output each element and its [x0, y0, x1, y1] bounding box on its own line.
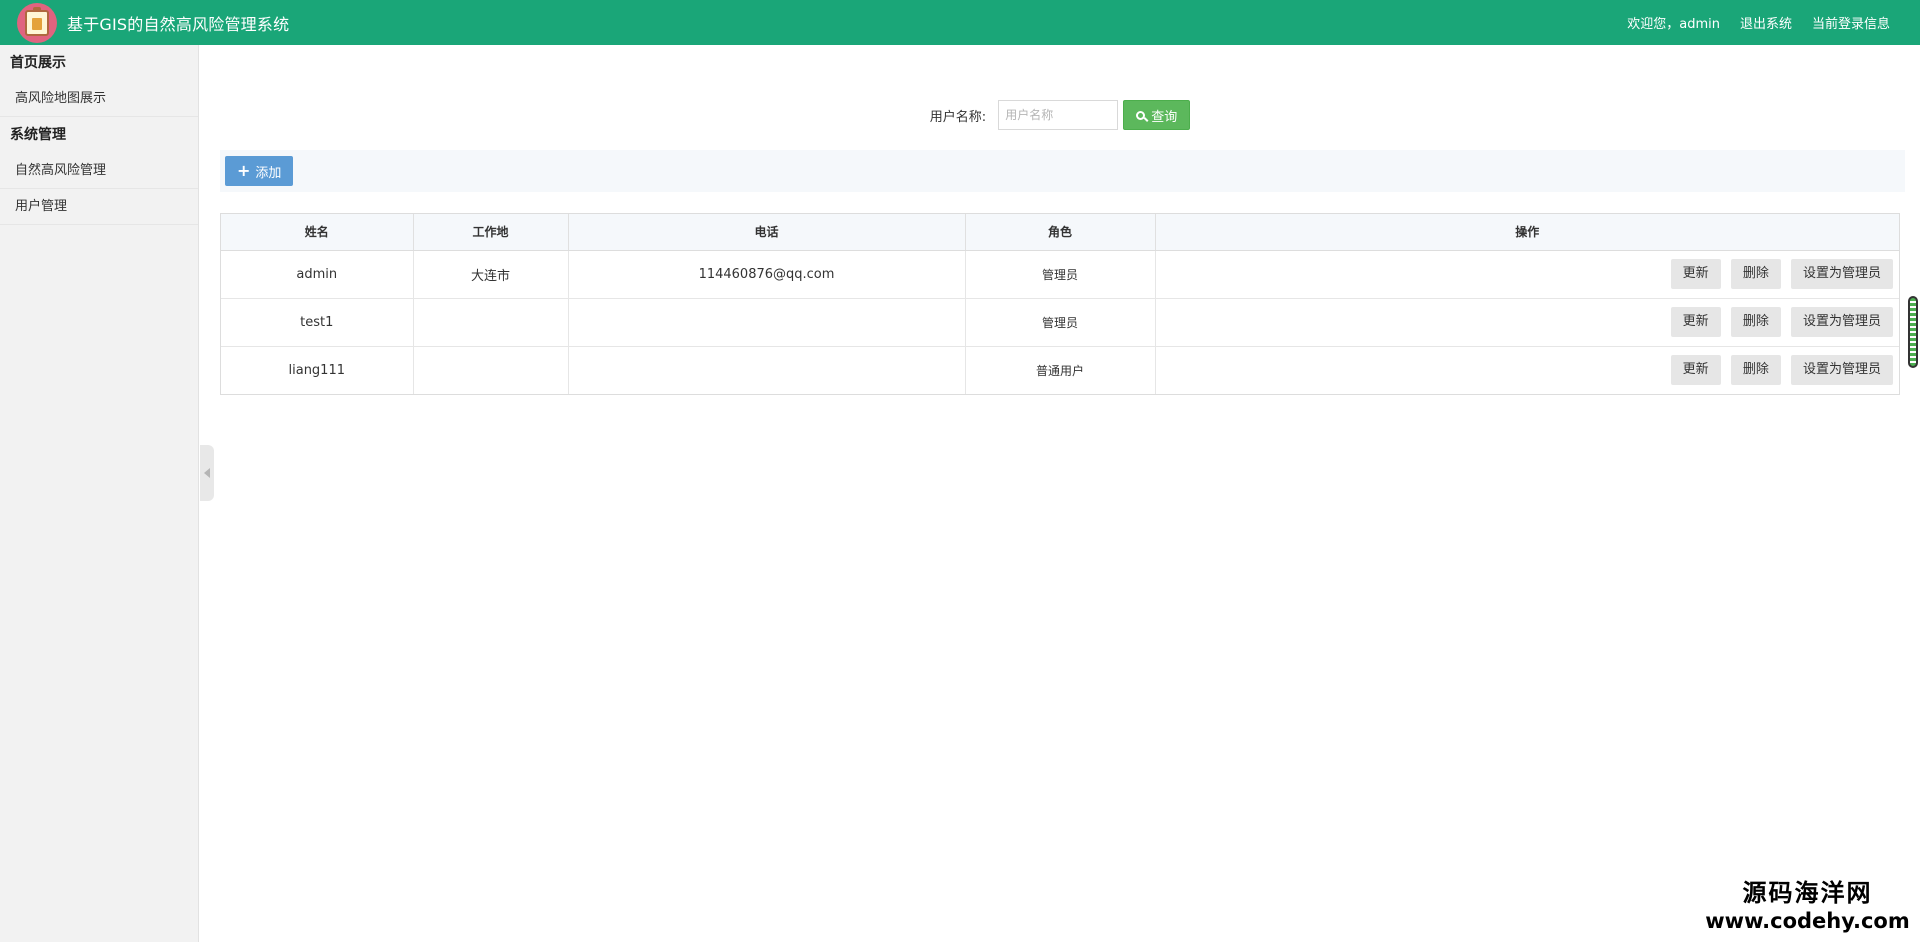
cell-role: 普通用户: [965, 346, 1156, 394]
cell-workplace: 大连市: [413, 250, 569, 299]
cell-phone: [568, 346, 966, 394]
watermark-name: 源码海洋网: [1742, 879, 1873, 907]
column-header-name: 姓名: [221, 214, 414, 251]
cell-name: test1: [221, 298, 414, 347]
update-button[interactable]: 更新: [1670, 307, 1721, 337]
cell-actions: 更新 删除 设置为管理员: [1155, 346, 1899, 394]
logout-link[interactable]: 退出系统: [1740, 13, 1792, 32]
column-header-workplace: 工作地: [413, 214, 569, 251]
app-logo-icon: [17, 2, 57, 43]
cell-actions: 更新 删除 设置为管理员: [1155, 250, 1899, 299]
main-content: 用户名称: 查询 + 添加 姓名 工作地 电话: [200, 45, 1920, 942]
delete-button[interactable]: 删除: [1730, 307, 1781, 337]
sidebar-section-system[interactable]: 系统管理: [0, 117, 198, 153]
cell-actions: 更新 删除 设置为管理员: [1155, 298, 1899, 347]
cell-phone: [568, 298, 966, 347]
cell-name: liang111: [221, 346, 414, 394]
watermark: 源码海洋网 www.codehy.com: [1705, 878, 1910, 934]
table-row: test1 管理员 更新 删除 设置为管理员: [221, 298, 1899, 347]
scrollbar-indicator[interactable]: [1908, 296, 1918, 368]
cell-workplace: [413, 346, 569, 394]
set-admin-button[interactable]: 设置为管理员: [1790, 355, 1893, 386]
delete-button[interactable]: 删除: [1730, 355, 1781, 386]
add-button-label: 添加: [255, 165, 282, 181]
sidebar: 首页展示 高风险地图展示 系统管理 自然高风险管理 用户管理: [0, 45, 199, 942]
sidebar-item-risk-management[interactable]: 自然高风险管理: [0, 153, 198, 189]
header-user-area: 欢迎您，admin 退出系统 当前登录信息: [1607, 0, 1890, 45]
delete-button[interactable]: 删除: [1730, 259, 1781, 289]
top-header: 基于GIS的自然高风险管理系统 欢迎您，admin 退出系统 当前登录信息: [0, 0, 1920, 45]
sidebar-section-home[interactable]: 首页展示: [0, 45, 198, 81]
table-row: admin 大连市 114460876@qq.com 管理员 更新 删除 设置为…: [221, 250, 1899, 299]
table-row: liang111 普通用户 更新 删除 设置为管理员: [221, 346, 1899, 394]
update-button[interactable]: 更新: [1670, 355, 1721, 386]
toolbar: + 添加: [220, 150, 1905, 192]
cell-phone: 114460876@qq.com: [568, 250, 966, 299]
login-info-link[interactable]: 当前登录信息: [1812, 13, 1890, 32]
update-button[interactable]: 更新: [1670, 259, 1721, 289]
sidebar-item-user-management[interactable]: 用户管理: [0, 189, 198, 225]
search-icon: [1136, 110, 1146, 120]
search-label: 用户名称:: [929, 109, 987, 125]
welcome-text: 欢迎您，admin: [1627, 17, 1720, 32]
cell-role: 管理员: [965, 250, 1156, 299]
clipboard-icon: [25, 6, 49, 36]
sidebar-item-risk-map[interactable]: 高风险地图展示: [0, 81, 198, 117]
plus-icon: +: [237, 161, 251, 180]
search-button-label: 查询: [1151, 109, 1178, 125]
cell-role: 管理员: [965, 298, 1156, 347]
add-button[interactable]: + 添加: [225, 156, 294, 186]
username-search-input[interactable]: [998, 100, 1119, 130]
cell-name: admin: [221, 250, 414, 299]
column-header-phone: 电话: [568, 214, 966, 251]
set-admin-button[interactable]: 设置为管理员: [1790, 307, 1893, 337]
user-table: 姓名 工作地 电话 角色 操作 admin 大连市 114460876@qq.c…: [220, 213, 1900, 395]
search-bar: 用户名称: 查询: [200, 99, 1920, 131]
table-header-row: 姓名 工作地 电话 角色 操作: [221, 214, 1899, 251]
app-title: 基于GIS的自然高风险管理系统: [67, 14, 290, 34]
cell-workplace: [413, 298, 569, 347]
set-admin-button[interactable]: 设置为管理员: [1790, 259, 1893, 289]
column-header-actions: 操作: [1155, 214, 1899, 251]
column-header-role: 角色: [965, 214, 1156, 251]
search-button[interactable]: 查询: [1123, 100, 1191, 130]
watermark-url: www.codehy.com: [1705, 909, 1910, 933]
